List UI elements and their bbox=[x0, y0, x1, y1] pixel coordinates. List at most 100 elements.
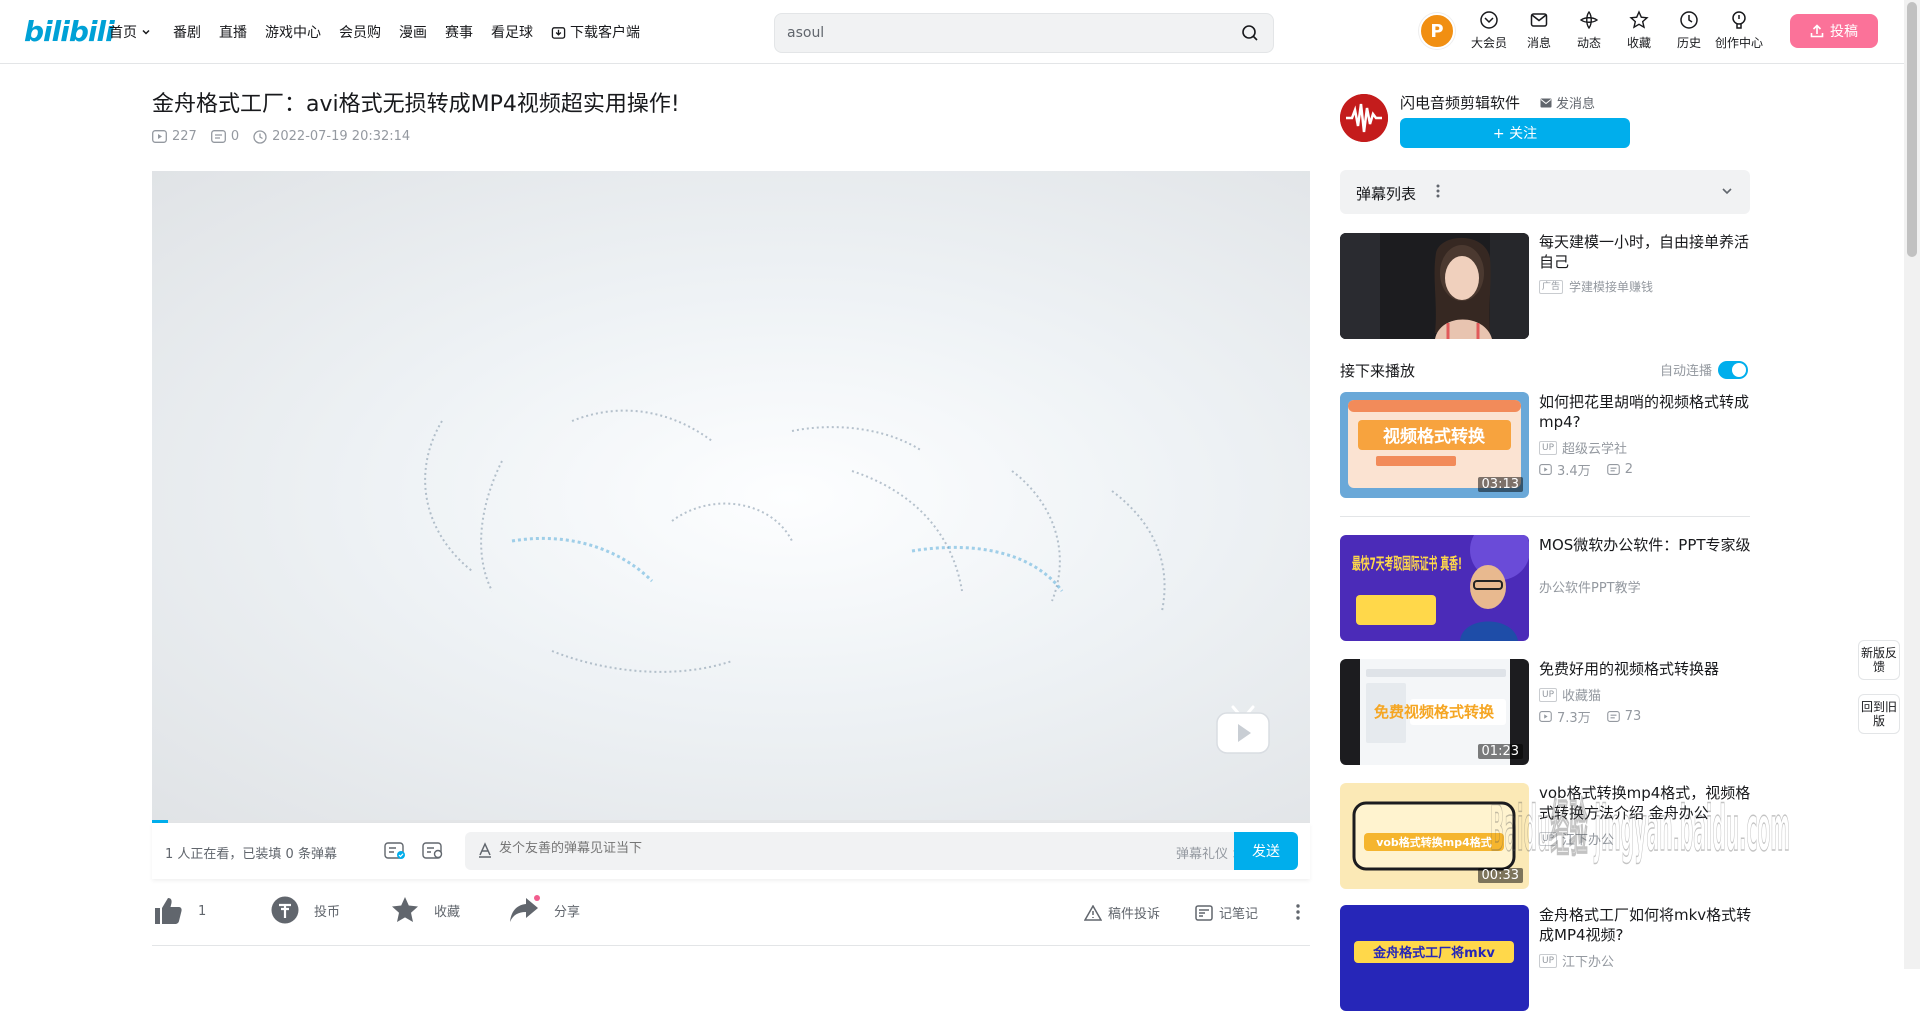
video-title[interactable]: MOS微软办公软件：PPT专家级 bbox=[1539, 535, 1754, 555]
nav-football[interactable]: 看足球 bbox=[491, 22, 533, 42]
video-duration: 03:13 bbox=[1477, 477, 1523, 492]
recommended-video[interactable]: 金舟格式工厂将mkv 金舟格式工厂如何将mkv格式转成MP4视频? UP 江下办公 bbox=[1340, 905, 1754, 1011]
dynamic-entry[interactable]: 动态 bbox=[1564, 10, 1614, 51]
nav-manga[interactable]: 漫画 bbox=[399, 22, 427, 42]
nav-download-client[interactable]: 下载客户端 bbox=[551, 22, 640, 42]
recommended-ad-video[interactable]: 最快7天考取国际证书 真香! MOS微软办公软件：PPT专家级 办公软件PPT教… bbox=[1340, 535, 1754, 641]
actions-divider bbox=[152, 945, 1310, 946]
nav-mall[interactable]: 会员购 bbox=[339, 22, 381, 42]
video-meta: 227 0 2022-07-19 20:32:14 bbox=[152, 129, 424, 144]
envelope-icon bbox=[1540, 98, 1552, 108]
nav-esports[interactable]: 赛事 bbox=[445, 22, 473, 42]
recommended-video[interactable]: 视频格式转换 03:13 如何把花里胡哨的视频格式转成mp4? UP 超级云学社 … bbox=[1340, 392, 1754, 498]
message-icon bbox=[1529, 10, 1549, 30]
ad-source: 广告 学建模接单赚钱 bbox=[1539, 278, 1653, 295]
video-author[interactable]: UP 江下办公 bbox=[1539, 951, 1614, 970]
note-button[interactable]: 记笔记 bbox=[1195, 903, 1258, 922]
upload-button[interactable]: 投稿 bbox=[1790, 14, 1878, 48]
video-thumbnail[interactable]: 金舟格式工厂将mkv bbox=[1340, 905, 1529, 1011]
more-vertical-icon bbox=[1295, 903, 1301, 921]
more-vertical-icon[interactable] bbox=[1436, 183, 1440, 199]
share-button[interactable]: 分享 bbox=[508, 895, 580, 925]
danmaku-list-panel[interactable]: 弹幕列表 bbox=[1340, 170, 1750, 214]
download-icon bbox=[551, 25, 566, 40]
video-duration: 01:23 bbox=[1477, 744, 1523, 759]
share-icon bbox=[508, 895, 540, 925]
video-author[interactable]: 办公软件PPT教学 bbox=[1539, 577, 1641, 596]
search-box bbox=[774, 13, 1274, 53]
play-count-icon bbox=[152, 130, 167, 143]
header-right-icons: 大会员 消息 动态 收藏 历史 创作中心 bbox=[1464, 10, 1764, 51]
thumbs-up-icon bbox=[152, 895, 184, 927]
favorite-entry[interactable]: 收藏 bbox=[1614, 10, 1664, 51]
vip-entry[interactable]: 大会员 bbox=[1464, 10, 1514, 51]
up-badge-icon: UP bbox=[1539, 440, 1558, 455]
history-icon bbox=[1679, 10, 1699, 30]
danmaku-toggle-icon[interactable] bbox=[384, 840, 406, 860]
star-icon bbox=[390, 895, 420, 925]
video-actions: 1 投币 收藏 分享 稿件投诉 记笔记 bbox=[152, 895, 1310, 935]
favorite-icon bbox=[1629, 10, 1649, 30]
play-count-icon bbox=[1539, 711, 1552, 722]
video-player[interactable] bbox=[152, 171, 1310, 822]
uploader-name[interactable]: 闪电音频剪辑软件 bbox=[1400, 92, 1520, 113]
send-message-link[interactable]: 发消息 bbox=[1540, 93, 1595, 112]
clock-icon bbox=[253, 129, 267, 144]
danmaku-count-icon bbox=[210, 130, 226, 143]
autoplay-toggle[interactable]: 自动连播 bbox=[1660, 360, 1749, 379]
danmaku-count: 0 bbox=[210, 129, 239, 144]
new-version-feedback-button[interactable]: 新版反馈 bbox=[1858, 640, 1900, 680]
video-thumbnail[interactable]: 免费视频格式转换 01:23 bbox=[1340, 659, 1529, 765]
coin-button[interactable]: 投币 bbox=[270, 895, 340, 925]
send-danmaku-button[interactable]: 发送 bbox=[1234, 832, 1298, 870]
nav-live[interactable]: 直播 bbox=[219, 22, 247, 42]
video-stats: 7.3万 73 bbox=[1539, 707, 1641, 726]
favorite-button[interactable]: 收藏 bbox=[390, 895, 460, 925]
video-title[interactable]: 如何把花里胡哨的视频格式转成mp4? bbox=[1539, 392, 1754, 432]
message-entry[interactable]: 消息 bbox=[1514, 10, 1564, 51]
video-author[interactable]: UP 收藏猫 bbox=[1539, 685, 1601, 704]
follow-button[interactable]: + 关注 bbox=[1400, 118, 1630, 148]
video-author[interactable]: UP 超级云学社 bbox=[1539, 438, 1627, 457]
scrollbar-thumb[interactable] bbox=[1907, 2, 1917, 257]
search-input[interactable] bbox=[787, 23, 1207, 43]
video-thumbnail[interactable]: 最快7天考取国际证书 真香! bbox=[1340, 535, 1529, 641]
like-button[interactable]: 1 bbox=[152, 895, 206, 927]
svg-text:Baidu经验 jingyan.baidu.com: Baidu经验 jingyan.baidu.com bbox=[1490, 792, 1790, 865]
vip-icon bbox=[1479, 10, 1499, 30]
page-scrollbar[interactable] bbox=[1904, 0, 1920, 969]
creator-entry[interactable]: 创作中心 bbox=[1714, 10, 1764, 51]
chevron-down-icon[interactable] bbox=[1720, 184, 1734, 198]
tv-play-icon[interactable] bbox=[1215, 705, 1271, 755]
autoplay-switch[interactable] bbox=[1718, 360, 1749, 379]
uploader-avatar[interactable] bbox=[1340, 94, 1388, 142]
search-icon[interactable] bbox=[1241, 24, 1259, 42]
video-frame-art bbox=[424, 409, 1166, 673]
more-actions-button[interactable] bbox=[1295, 903, 1307, 921]
danmaku-input[interactable] bbox=[499, 841, 999, 856]
back-to-old-version-button[interactable]: 回到旧版 bbox=[1858, 694, 1900, 734]
history-entry[interactable]: 历史 bbox=[1664, 10, 1714, 51]
report-button[interactable]: 稿件投诉 bbox=[1084, 903, 1160, 922]
ad-title[interactable]: 每天建模一小时，自由接单养活自己 bbox=[1539, 232, 1754, 272]
nav-game-center[interactable]: 游戏中心 bbox=[265, 22, 321, 42]
chevron-down-icon bbox=[141, 27, 151, 37]
ad-thumbnail[interactable] bbox=[1340, 233, 1529, 339]
publish-date: 2022-07-19 20:32:14 bbox=[253, 129, 410, 144]
bilibili-logo[interactable]: bilibili bbox=[24, 15, 115, 48]
nav-anime[interactable]: 番剧 bbox=[173, 22, 201, 42]
viewer-count: 1 人正在看，已装填 0 条弹幕 bbox=[165, 847, 337, 862]
video-thumbnail[interactable]: 视频格式转换 03:13 bbox=[1340, 392, 1529, 498]
up-next-title: 接下来播放 bbox=[1340, 362, 1416, 380]
nav-home[interactable]: 首页 bbox=[109, 22, 155, 42]
user-avatar[interactable]: P bbox=[1419, 13, 1455, 49]
danmaku-etiquette-link[interactable]: 弹幕礼仪 > bbox=[1176, 843, 1243, 862]
danmaku-list-title: 弹幕列表 bbox=[1356, 185, 1417, 203]
danmaku-settings-icon[interactable] bbox=[422, 840, 444, 860]
text-style-icon[interactable] bbox=[477, 842, 493, 858]
thumb-text: 最快7天考取国际证书 真香! bbox=[1352, 554, 1462, 573]
ad-badge: 广告 bbox=[1539, 279, 1564, 294]
thumb-text: 视频格式转换 bbox=[1383, 426, 1486, 447]
video-title[interactable]: 免费好用的视频格式转换器 bbox=[1539, 659, 1754, 679]
recommended-video[interactable]: 免费视频格式转换 01:23 免费好用的视频格式转换器 UP 收藏猫 7.3万 7… bbox=[1340, 659, 1754, 765]
